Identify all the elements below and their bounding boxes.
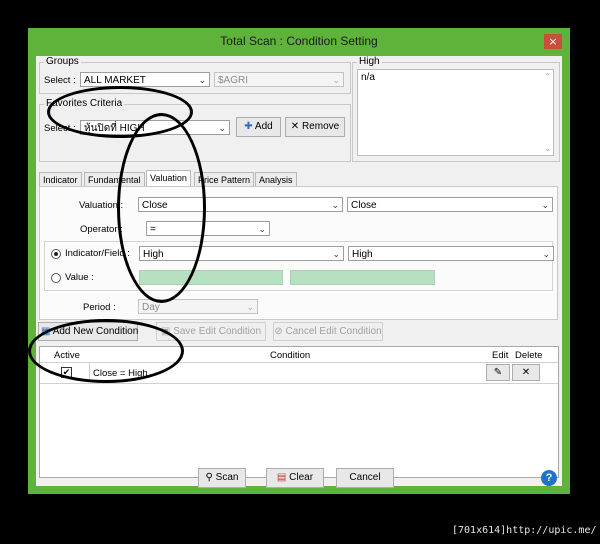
high-text: n/a (361, 72, 375, 83)
clear-button[interactable]: ▤ Clear (266, 468, 324, 488)
scroll-up-icon[interactable]: ⌃ (544, 72, 551, 81)
operator-label: Operator : (80, 224, 123, 235)
clear-label: Clear (289, 472, 314, 483)
header-delete: Delete (515, 350, 543, 361)
remove-icon: ✕ (290, 121, 300, 132)
groups-legend: Groups (44, 56, 81, 67)
cancel-edit-condition-button[interactable]: ⊘ Cancel Edit Condition (273, 322, 383, 341)
high-legend: High (357, 56, 382, 67)
chevron-down-icon: ⌄ (246, 302, 254, 312)
row-delete-button[interactable]: ✕ (512, 364, 540, 381)
chevron-down-icon: ⌄ (332, 249, 340, 259)
period-value: Day (142, 302, 160, 313)
chevron-down-icon: ⌄ (542, 249, 550, 259)
pencil-icon: ✎ (493, 367, 503, 378)
annotation-oval-valuation (117, 113, 206, 303)
sector-select[interactable]: $AGRI ⌄ (214, 72, 344, 87)
add-icon: ✚ (244, 121, 253, 132)
period-label: Period : (83, 302, 116, 313)
cancel-button[interactable]: Cancel (336, 468, 394, 488)
scan-label: Scan (215, 472, 239, 483)
chevron-down-icon: ⌄ (332, 75, 340, 85)
eraser-icon: ▤ (276, 472, 287, 483)
indicator-right-select[interactable]: High ⌄ (348, 246, 554, 261)
remove-favorite-button[interactable]: ✕ Remove (285, 117, 345, 137)
chevron-down-icon: ⌄ (258, 224, 266, 234)
tab-indicator[interactable]: Indicator (39, 172, 82, 186)
cancel-edit-condition-label: Cancel Edit Condition (285, 326, 382, 337)
value-input-2[interactable] (290, 270, 435, 285)
cancel-label: Cancel (349, 472, 381, 483)
watermark-text: [701x614]http://upic.me/ (452, 525, 597, 536)
valuation-right-value: Close (351, 200, 377, 211)
indicator-radio[interactable] (51, 249, 61, 259)
window-title: Total Scan : Condition Setting (220, 34, 378, 48)
delete-x-icon: ✕ (521, 367, 531, 378)
value-label: Value : (65, 272, 94, 283)
add-favorite-label: Add (254, 121, 273, 132)
remove-favorite-label: Remove (301, 121, 340, 132)
chevron-down-icon: ⌄ (541, 200, 549, 210)
row-edit-button[interactable]: ✎ (486, 364, 510, 381)
indicator-right-value: High (352, 249, 373, 260)
help-icon[interactable]: ? (541, 470, 557, 486)
chevron-down-icon: ⌄ (198, 75, 206, 85)
scroll-down-icon[interactable]: ⌄ (544, 144, 551, 153)
indicator-field-label: Indicator/Field : (65, 248, 130, 259)
high-group: High n/a ⌃ ⌄ (352, 56, 560, 162)
valuation-right-select[interactable]: Close ⌄ (347, 197, 553, 212)
sector-select-value: $AGRI (218, 75, 249, 86)
scan-button[interactable]: ⚲ Scan (198, 468, 246, 488)
tab-analysis[interactable]: Analysis (255, 172, 297, 186)
header-condition: Condition (270, 350, 311, 361)
cancel-icon: ⊘ (274, 326, 283, 337)
groups-select-label: Select : (44, 75, 76, 86)
market-select-value: ALL MARKET (84, 75, 146, 86)
market-select[interactable]: ALL MARKET ⌄ (80, 72, 210, 87)
add-favorite-button[interactable]: ✚ Add (236, 117, 281, 137)
chevron-down-icon: ⌄ (331, 200, 339, 210)
high-textarea[interactable]: n/a ⌃ ⌄ (357, 69, 554, 156)
magnifier-icon: ⚲ (205, 472, 213, 483)
save-edit-condition-label: Save Edit Condition (173, 326, 262, 337)
header-edit: Edit (492, 350, 509, 361)
chevron-down-icon: ⌄ (218, 123, 226, 133)
close-button[interactable]: × (544, 34, 562, 49)
value-radio[interactable] (51, 273, 61, 283)
annotation-oval-condition (28, 319, 184, 383)
